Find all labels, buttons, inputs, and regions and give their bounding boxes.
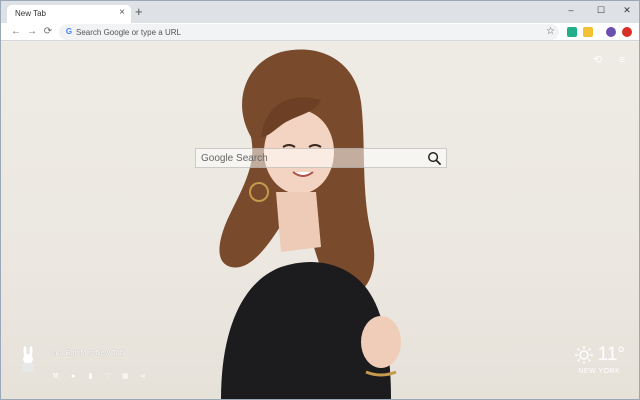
bookmark-icon[interactable]: ▮ (86, 372, 95, 381)
tab-close-icon[interactable]: × (119, 7, 125, 19)
bookmark-star-icon[interactable]: ☆ (546, 25, 555, 39)
extension-green-icon[interactable] (567, 27, 577, 37)
menu-icon[interactable]: ≡ (615, 53, 629, 67)
google-icon: G (65, 27, 73, 36)
extension-red-icon[interactable] (622, 27, 632, 37)
google-search-input[interactable] (201, 151, 421, 166)
browser-window: New Tab × + – ☐ ✕ ← → ⟳ G ☆ (0, 0, 640, 400)
omnibox[interactable]: G ☆ (59, 24, 559, 40)
extension-yellow-icon[interactable] (583, 27, 593, 37)
chrome-icon[interactable]: ● (68, 372, 77, 381)
close-window-button[interactable]: ✕ (613, 3, 640, 17)
share-icon[interactable]: ⋖ (138, 372, 147, 381)
weather-widget[interactable]: 11° NEW YORK (574, 344, 625, 375)
top-right-icons: ⟲ ≡ (585, 50, 629, 68)
brand-text: In a Eat' Me* New Tab (51, 350, 125, 357)
tool-icons: ⚒ ● ▮ ♡ ▦ ⋖ (51, 365, 151, 383)
tab-strip: New Tab × + – ☐ ✕ (1, 1, 639, 23)
background-photo (219, 49, 401, 399)
profile-avatar-icon[interactable] (606, 27, 616, 37)
sun-icon (574, 346, 593, 364)
new-tab-button[interactable]: + (135, 5, 143, 19)
forward-button[interactable]: → (25, 24, 39, 40)
google-search-box[interactable] (195, 148, 447, 168)
search-icon[interactable] (427, 151, 442, 166)
history-icon[interactable]: ⟲ (591, 53, 605, 67)
apps-icon[interactable]: ▦ (121, 372, 130, 381)
back-button[interactable]: ← (9, 24, 23, 40)
tab-new-tab[interactable]: New Tab × (7, 5, 131, 23)
tab-title: New Tab (15, 9, 46, 18)
temperature: 11° (597, 344, 625, 365)
reload-button[interactable]: ⟳ (41, 24, 55, 40)
rabbit-logo-icon[interactable] (19, 346, 37, 372)
minimize-button[interactable]: – (557, 3, 585, 17)
wrench-icon[interactable]: ⚒ (51, 372, 60, 381)
maximize-button[interactable]: ☐ (587, 3, 615, 17)
weather-city: NEW YORK (578, 368, 621, 375)
heart-icon[interactable]: ♡ (103, 372, 112, 381)
omnibox-input[interactable] (76, 25, 536, 39)
new-tab-page: ⟲ ≡ In a Eat' Me* New Tab ⚒ ● ▮ ♡ ▦ ⋖ (1, 42, 639, 399)
toolbar: ← → ⟳ G ☆ (1, 23, 639, 41)
